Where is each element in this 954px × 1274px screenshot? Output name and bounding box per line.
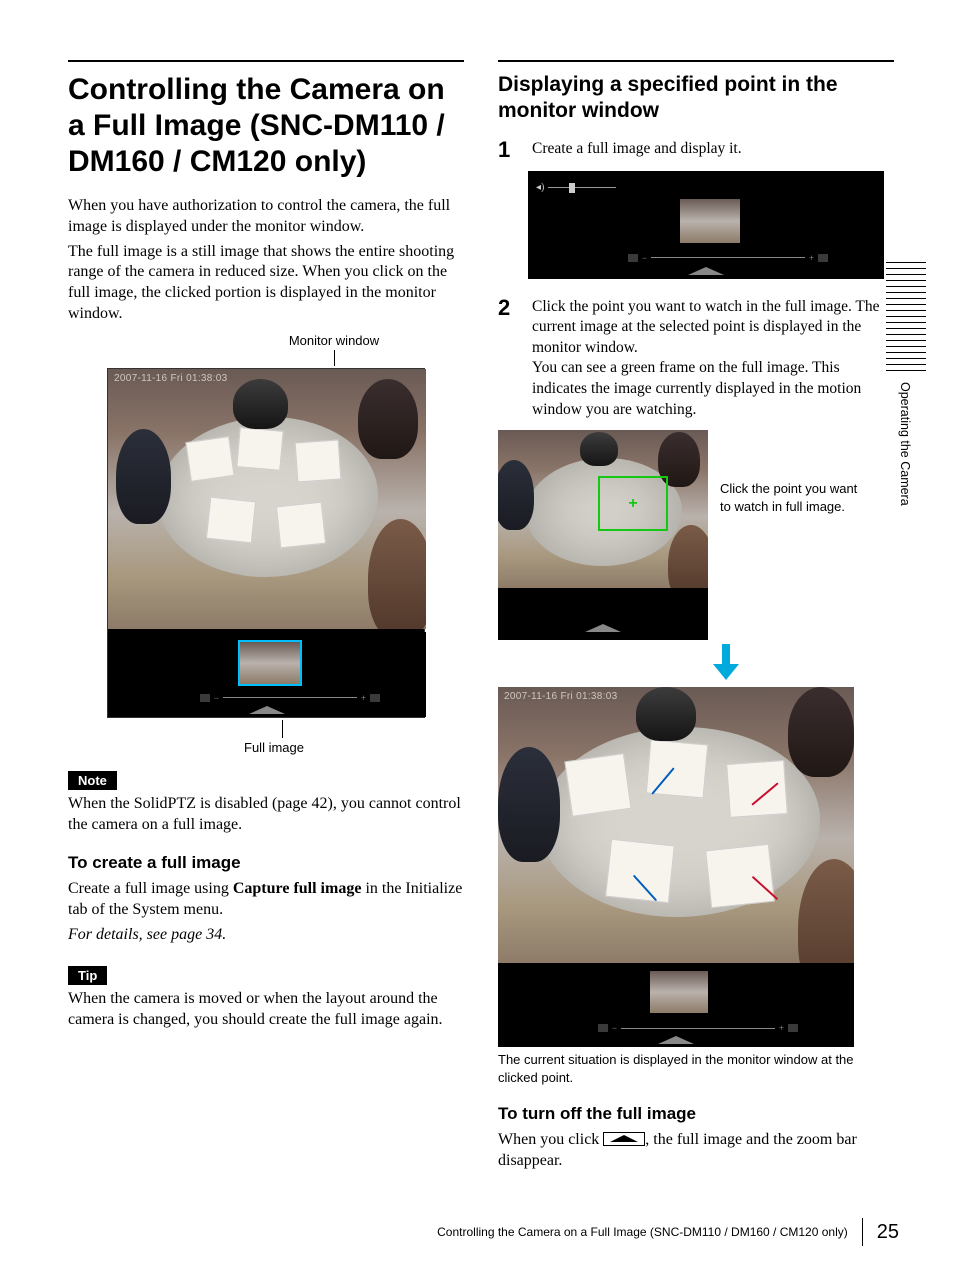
scene-person	[368, 519, 426, 629]
pointer-line-bottom	[282, 720, 283, 738]
scene-paper	[295, 439, 342, 482]
note-badge: Note	[68, 771, 117, 790]
green-selection-frame: +	[598, 476, 668, 531]
down-arrow-icon	[558, 644, 894, 685]
side-tab: Operating the Camera	[886, 262, 926, 522]
note-text: When the SolidPTZ is disabled (page 42),…	[68, 794, 464, 836]
zoom-bar[interactable]: − +	[200, 693, 380, 703]
crosshair-icon: +	[628, 495, 637, 513]
full-image-strip: − +	[498, 965, 854, 1047]
footer-title: Controlling the Camera on a Full Image (…	[437, 1225, 848, 1239]
expand-icon[interactable]	[585, 624, 621, 632]
section-rule	[68, 60, 464, 62]
figure-monitor-and-full: Monitor window 2007-11-16 Fri 01:38:03	[68, 333, 464, 755]
scene-paper	[605, 839, 675, 903]
scene-paper	[206, 496, 256, 543]
scene-person	[788, 687, 854, 777]
figure-step1-strip: ◂) − +	[528, 171, 884, 279]
tip-badge: Tip	[68, 966, 107, 985]
volume-slider[interactable]: ◂)	[536, 181, 616, 195]
step-2: 2 Click the point you want to watch in t…	[498, 297, 894, 421]
zoom-bar[interactable]: − +	[628, 253, 828, 263]
footer-divider	[862, 1218, 863, 1246]
step-2-text: Click the point you want to watch in the…	[532, 297, 894, 421]
scene-paper	[276, 501, 326, 548]
scene-paper	[726, 760, 788, 818]
scene-person	[358, 379, 418, 459]
step-1-text: Create a full image and display it.	[532, 139, 894, 161]
expand-icon[interactable]	[249, 706, 285, 714]
figure-result-monitor: 2007-11-16 Fri 01:38:03 ◂)	[498, 687, 854, 1047]
scene-person	[580, 432, 618, 466]
scene-person	[636, 687, 696, 741]
scene-person	[498, 747, 560, 862]
monitor-main-view: 2007-11-16 Fri 01:38:03	[498, 687, 854, 963]
scene-person	[233, 379, 288, 429]
scene-paper	[564, 753, 631, 817]
section-rule	[498, 60, 894, 62]
full-image-thumbnail[interactable]	[650, 971, 708, 1013]
scene-person	[498, 460, 534, 530]
label-full-image: Full image	[76, 740, 472, 755]
monitor-main-view: 2007-11-16 Fri 01:38:03	[108, 369, 426, 629]
scene-paper	[236, 427, 283, 471]
scene-person	[116, 429, 171, 524]
heading-turn-off: To turn off the full image	[498, 1104, 894, 1124]
figure-click-point: +	[498, 430, 708, 640]
turn-off-text: When you click , the full image and the …	[498, 1130, 894, 1172]
side-tab-text: Operating the Camera	[898, 382, 912, 506]
capture-full-image-label: Capture full image	[233, 880, 362, 897]
overlay-timestamp: 2007-11-16 Fri 01:38:03	[504, 691, 617, 702]
step-1: 1 Create a full image and display it.	[498, 139, 894, 161]
scene-paper	[705, 844, 775, 908]
turn-off-text-a: When you click	[498, 1131, 603, 1148]
side-tab-lines	[886, 262, 926, 372]
figure-click-point-caption: Click the point you want to watch in ful…	[720, 480, 870, 515]
label-monitor-window: Monitor window	[136, 333, 532, 348]
heading-create-full-image: To create a full image	[68, 853, 464, 873]
step-number: 1	[498, 139, 518, 161]
figure-result-caption: The current situation is displayed in th…	[498, 1051, 854, 1086]
figure-click-point-wrap: + Click the point you want to watch in f…	[498, 430, 894, 640]
collapse-icon[interactable]	[603, 1132, 645, 1146]
footer-page-number: 25	[877, 1221, 899, 1244]
page-title: Controlling the Camera on a Full Image (…	[68, 72, 464, 180]
preview-image[interactable]: +	[498, 430, 708, 588]
scene-person	[798, 859, 854, 963]
left-column: Controlling the Camera on a Full Image (…	[68, 60, 464, 1176]
intro-paragraph-2: The full image is a still image that sho…	[68, 242, 464, 325]
heading-display-point: Displaying a specified point in the moni…	[498, 72, 894, 125]
full-image-thumbnail[interactable]	[238, 640, 302, 686]
step-2-text-a: Click the point you want to watch in the…	[532, 298, 880, 356]
expand-icon[interactable]	[658, 1036, 694, 1044]
pointer-line-top	[334, 350, 335, 366]
scene-paper	[185, 436, 234, 482]
full-image-thumbnail[interactable]	[680, 199, 740, 243]
create-text-part: Create a full image using	[68, 880, 233, 897]
zoom-bar[interactable]: − +	[598, 1023, 798, 1033]
expand-icon[interactable]	[688, 267, 724, 275]
full-image-strip: − +	[108, 632, 426, 717]
step-2-text-b: You can see a green frame on the full im…	[532, 359, 861, 417]
intro-paragraph-1: When you have authorization to control t…	[68, 196, 464, 238]
create-text: Create a full image using Capture full i…	[68, 879, 464, 921]
step-number: 2	[498, 297, 518, 421]
monitor-box: 2007-11-16 Fri 01:38:03 ◂)	[107, 368, 425, 718]
right-column: Displaying a specified point in the moni…	[498, 60, 894, 1176]
overlay-timestamp: 2007-11-16 Fri 01:38:03	[114, 373, 227, 384]
tip-text: When the camera is moved or when the lay…	[68, 989, 464, 1031]
create-text-details: For details, see page 34.	[68, 925, 464, 946]
page-footer: Controlling the Camera on a Full Image (…	[437, 1218, 899, 1246]
